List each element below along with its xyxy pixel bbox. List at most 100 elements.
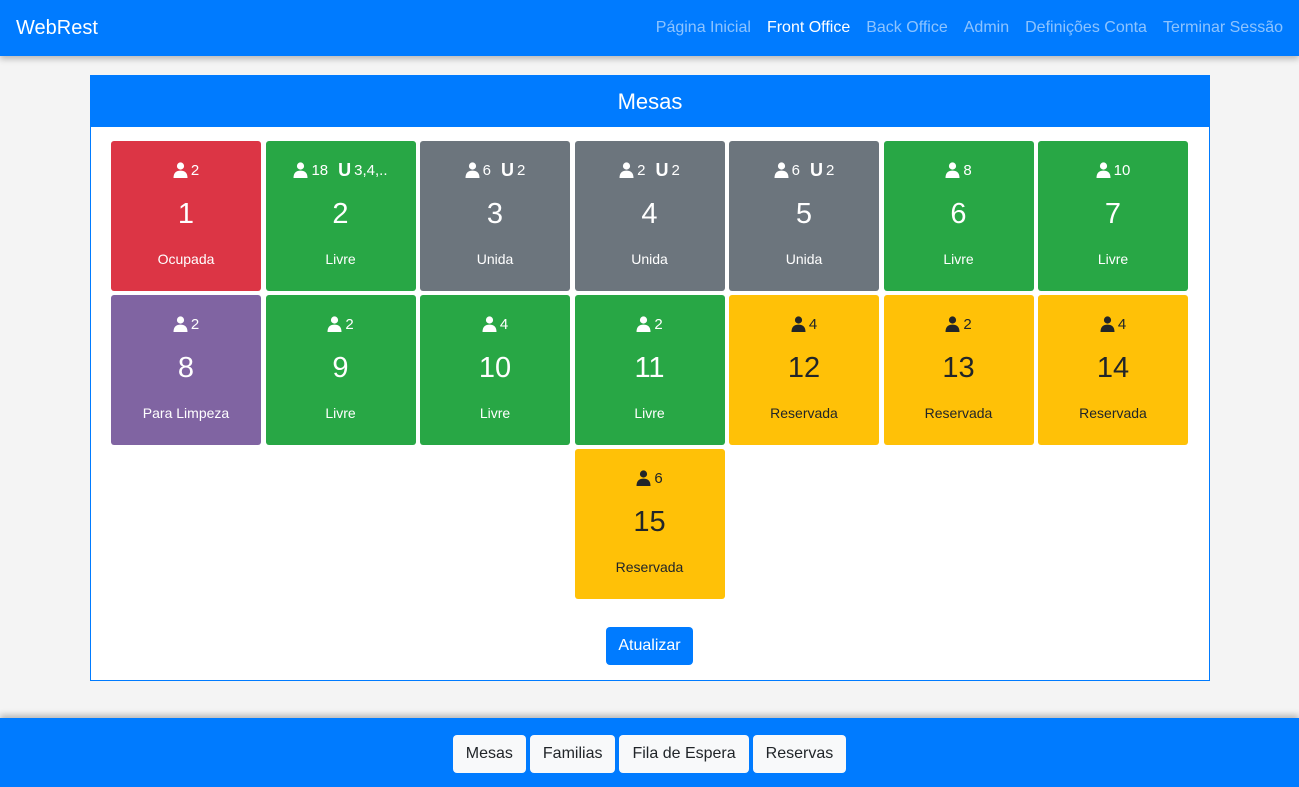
nav-link-front-office[interactable]: Front Office — [767, 19, 850, 37]
nav-link-terminar-sessao[interactable]: Terminar Sessão — [1163, 19, 1283, 37]
person-icon — [173, 316, 188, 332]
person-icon — [636, 316, 651, 332]
refresh-button[interactable]: Atualizar — [606, 627, 693, 665]
person-icon — [327, 316, 342, 332]
link-icon: U — [338, 160, 352, 180]
seats-group: 6 — [465, 162, 491, 179]
table-status: Livre — [943, 251, 974, 267]
seats-group: 4 — [1100, 316, 1126, 333]
table-tile[interactable]: 2 9 Livre — [265, 295, 416, 445]
nav-links: Página Inicial Front Office Back Office … — [656, 19, 1283, 37]
table-tile[interactable]: 10 7 Livre — [1038, 141, 1188, 291]
footer-button-fila-de-espera[interactable]: Fila de Espera — [619, 735, 749, 773]
person-icon — [293, 162, 308, 178]
table-seats: 4 — [808, 315, 818, 333]
table-tile[interactable]: 6 15 Reservada — [574, 449, 725, 599]
table-seats: 8 — [963, 161, 972, 179]
table-status: Livre — [634, 405, 665, 421]
table-tile[interactable]: 2 13 Reservada — [883, 295, 1034, 445]
table-meta: 8 — [945, 160, 972, 180]
seats-group: 6 — [636, 469, 663, 487]
table-seats: 10 — [1113, 161, 1131, 179]
person-icon — [173, 162, 188, 178]
table-meta: 4 — [791, 314, 817, 334]
table-tile[interactable]: 6 U 2 3 Unida — [420, 141, 570, 291]
table-status: Para Limpeza — [142, 405, 230, 421]
tables-grid: 2 1 Ocupada 18 U 3,4,.. 2 Livre 6 U 2 3 Unida 2 U 2 4 Uni… — [111, 141, 1188, 599]
table-meta: 10 — [1096, 160, 1131, 180]
seats-group: 8 — [945, 161, 972, 179]
table-meta: 2 — [173, 160, 199, 180]
nav-link-back-office[interactable]: Back Office — [866, 19, 948, 37]
table-number: 14 — [1096, 352, 1130, 384]
table-tile[interactable]: 2 1 Ocupada — [111, 141, 261, 291]
footer-button-reservas[interactable]: Reservas — [752, 735, 847, 773]
seats-group: 2 — [173, 162, 199, 179]
table-seats: 2 — [190, 161, 200, 179]
table-meta: 2 — [327, 314, 354, 334]
person-icon — [774, 162, 789, 178]
linked-tables-group: U2 — [810, 161, 834, 179]
table-number: 12 — [787, 352, 821, 384]
table-number: 11 — [634, 352, 665, 384]
table-seats: 6 — [654, 469, 663, 487]
table-tile[interactable]: 4 12 Reservada — [729, 295, 879, 445]
table-meta: 6 U2 — [774, 160, 834, 180]
person-icon — [482, 316, 497, 332]
seats-group: 2 — [636, 315, 663, 333]
seats-group: 4 — [482, 316, 508, 333]
table-tile[interactable]: 4 10 Livre — [420, 295, 570, 445]
table-seats: 2 — [190, 315, 200, 333]
table-seats: 2 — [345, 315, 354, 333]
table-status: Reservada — [770, 405, 838, 421]
table-seats: 4 — [1117, 315, 1127, 333]
table-number: 6 — [950, 198, 967, 230]
nav-link-pagina-inicial[interactable]: Página Inicial — [656, 19, 751, 37]
seats-group: 18 — [293, 162, 328, 179]
table-tile[interactable]: 2 U 2 4 Unida — [574, 141, 725, 291]
table-meta: 18 U 3,4,.. — [293, 160, 388, 180]
table-tile[interactable]: 18 U 3,4,.. 2 Livre — [265, 141, 416, 291]
panel-title: Mesas — [617, 88, 683, 114]
table-seats: 2 — [963, 315, 972, 333]
table-status: Livre — [325, 405, 356, 421]
table-tile[interactable]: 2 8 Para Limpeza — [111, 295, 261, 445]
table-status: Reservada — [1079, 405, 1147, 421]
table-status: Livre — [479, 405, 511, 421]
bottom-toolbar: Mesas Familias Fila de Espera Reservas — [0, 718, 1299, 787]
table-tile[interactable]: 4 14 Reservada — [1038, 295, 1188, 445]
table-seats: 2 — [654, 315, 663, 333]
table-number: 8 — [177, 352, 195, 384]
table-tile[interactable]: 6 U 2 5 Unida — [729, 141, 879, 291]
seats-group: 10 — [1096, 161, 1131, 179]
nav-link-admin[interactable]: Admin — [964, 19, 1009, 37]
brand-logo[interactable]: WebRest — [16, 17, 98, 40]
table-status: Unida — [631, 251, 668, 267]
seats-group: 4 — [791, 316, 817, 333]
table-tile[interactable]: 8 6 Livre — [883, 141, 1034, 291]
person-icon — [945, 162, 960, 178]
linked-tables: 2 — [826, 161, 835, 179]
table-status: Reservada — [615, 559, 684, 575]
linked-tables-group: U2 — [501, 161, 525, 179]
panel-header: Mesas — [91, 76, 1209, 127]
table-number: 4 — [641, 198, 658, 230]
table-meta: 2 — [945, 314, 972, 334]
table-number: 10 — [478, 352, 512, 384]
linked-tables-group: U 3,4,.. — [338, 161, 387, 179]
table-status: Livre — [325, 251, 356, 267]
footer-button-mesas[interactable]: Mesas — [452, 735, 526, 773]
person-icon — [1100, 316, 1115, 332]
linked-tables-group: U2 — [656, 161, 680, 179]
footer-button-familias[interactable]: Familias — [529, 735, 616, 773]
seats-group: 6 — [774, 162, 800, 179]
nav-link-definicoes-conta[interactable]: Definições Conta — [1025, 19, 1147, 37]
table-seats: 18 — [311, 161, 329, 179]
table-meta: 2 — [636, 314, 663, 334]
table-number: 1 — [177, 198, 195, 230]
table-tile[interactable]: 2 11 Livre — [574, 295, 725, 445]
linked-tables: 3,4,.. — [354, 161, 388, 179]
table-meta: 2U2 — [619, 160, 680, 180]
person-icon — [619, 162, 634, 178]
linked-tables: 2 — [671, 161, 680, 179]
